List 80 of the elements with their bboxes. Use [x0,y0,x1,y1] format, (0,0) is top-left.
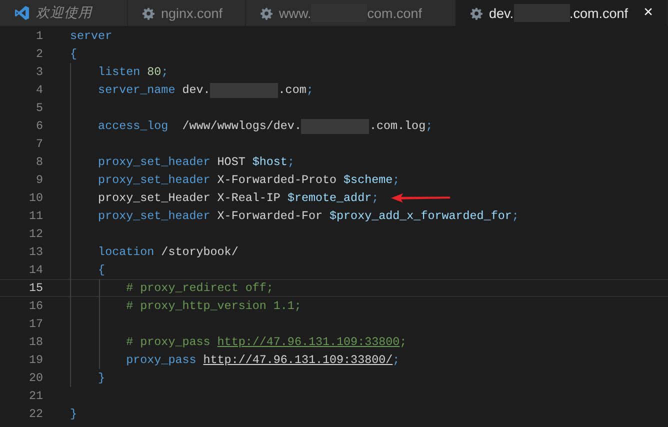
code-keyword: server [70,29,112,43]
line-number: 5 [34,101,43,115]
code-keyword: proxy_set_header [97,155,210,169]
line-number: 16 [28,299,43,313]
code-punctuation: } [70,407,78,421]
code-keyword: proxy_pass [125,353,198,367]
code-keyword: access_log [97,119,168,133]
redaction-block [210,82,278,98]
line-number: 8 [34,155,43,169]
editor-tab[interactable]: www. com.conf [246,0,456,26]
code-variable: $host [252,155,288,169]
tab-title: dev. [489,6,514,20]
code-variable: $scheme [344,173,393,187]
code-variable: $remote_addr [287,191,372,205]
code-comment: # proxy_pass [125,335,212,349]
gear-icon [142,6,155,20]
code-punctuation: ; [512,209,519,223]
code-link[interactable]: http://47.96.131.109:33800/ [203,353,393,367]
close-tab-button[interactable]: × [644,4,653,22]
code-comment: # proxy_http_version 1.1; [125,299,302,313]
code-text: dev. [181,83,210,97]
code-punctuation: ; [306,83,314,97]
editor-logo-icon [14,5,30,21]
code-text: proxy_set_Header X-Real-IP [97,191,282,205]
tab-title: .com.conf [570,6,628,20]
code-comment: # proxy_redirect off; [125,281,274,295]
line-number: 6 [34,119,43,133]
line-number: 14 [28,263,43,277]
code-link[interactable]: http://47.96.131.109:33800 [217,335,400,349]
line-number: 19 [28,353,43,367]
code-keyword: proxy_set_header [97,209,210,223]
code-comment: ; [400,335,407,349]
editor-tab[interactable]: nginx.conf [128,0,246,26]
line-number: 18 [28,335,43,349]
code-text: HOST [216,155,246,169]
line-number: 11 [28,209,43,223]
line-number: 12 [28,227,43,241]
gear-icon [470,6,483,20]
code-text: X-Forwarded-Proto [216,173,338,187]
code-text: .com.log [369,119,426,133]
line-number: 3 [34,65,43,79]
gear-icon [260,6,273,20]
line-number: 1 [34,29,43,43]
code-keyword: listen [97,65,142,79]
code-number: 80 [147,65,162,79]
code-text: .com [278,83,306,97]
line-number: 7 [34,137,43,151]
line-number: 9 [34,173,43,187]
code-keyword: proxy_set_header [97,173,210,187]
line-number: 17 [28,317,43,331]
tab-title: www. [279,6,312,20]
code-keyword: location [97,245,154,259]
editor-tab[interactable]: dev. .com.conf × [456,0,668,26]
line-number: 15 [28,281,43,295]
code-punctuation: } [97,371,106,385]
line-number: 22 [28,407,43,421]
code-punctuation: ; [426,119,433,133]
code-punctuation: ; [287,155,294,169]
editor-tab[interactable]: 欢迎使用 [0,0,128,26]
tab-title: nginx.conf [161,6,223,20]
code-punctuation: ; [392,353,400,367]
code-punctuation: ; [161,65,168,79]
code-punctuation: ; [372,191,379,205]
line-number: 13 [28,245,43,259]
code-text: /storybook/ [160,245,238,259]
line-number: 20 [28,371,43,385]
code-text: /www/wwwlogs/dev. [181,119,302,133]
code-punctuation: { [97,263,106,277]
code-keyword: server_name [97,83,176,97]
code-punctuation: ; [392,173,400,187]
tab-title: 欢迎使用 [36,4,92,22]
redaction-block [301,118,370,134]
code-variable: $proxy_add_x_forwarded_for [330,209,512,223]
line-number: 10 [28,191,43,205]
line-number: 21 [28,389,43,403]
code-text: X-Forwarded-For [216,209,324,223]
code-punctuation: { [70,47,78,61]
line-number: 4 [34,83,43,97]
line-number: 2 [34,47,43,61]
tab-title: com.conf [367,6,422,20]
